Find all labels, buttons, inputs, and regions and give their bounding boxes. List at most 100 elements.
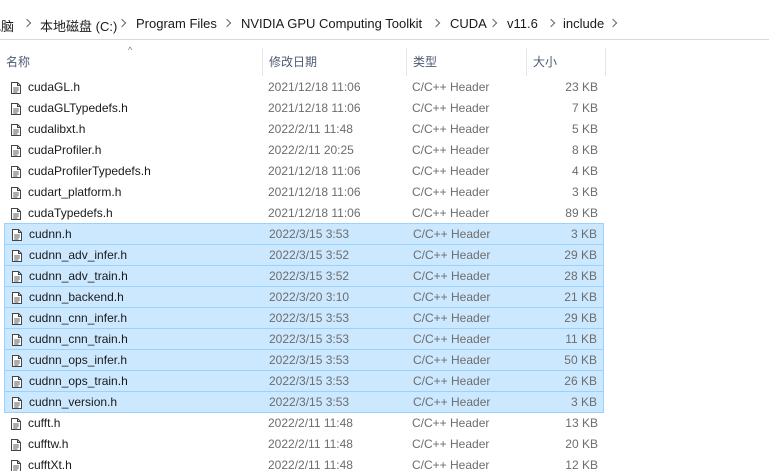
table-row[interactable]: cudaProfiler.h 2022/2/11 20:25 C/C++ Heade… bbox=[4, 140, 604, 161]
file-size: 26 KB bbox=[564, 374, 597, 388]
file-name: cudnn_adv_train.h bbox=[29, 269, 128, 283]
table-row[interactable]: cudaGLTypedefs.h 2021/12/18 11:06 C/C++ He… bbox=[4, 98, 604, 119]
chevron-right-icon[interactable] bbox=[22, 18, 32, 28]
file-type: C/C++ Header bbox=[412, 206, 490, 220]
file-name: cufftXt.h bbox=[28, 458, 72, 471]
file-name: cudaTypedefs.h bbox=[28, 206, 113, 220]
file-date: 2022/3/15 3:52 bbox=[269, 269, 350, 283]
file-size: 3 KB bbox=[570, 395, 597, 409]
file-name: cudart_platform.h bbox=[28, 185, 122, 199]
column-size[interactable]: 大小 bbox=[527, 48, 605, 76]
file-size: 28 KB bbox=[564, 269, 597, 283]
column-header: 名称 ^ 修改日期 类型 大小 bbox=[0, 45, 769, 76]
file-type: C/C++ Header bbox=[412, 80, 490, 94]
document-icon bbox=[12, 355, 22, 367]
file-size: 50 KB bbox=[564, 353, 597, 367]
table-row[interactable]: cudnn_version.h 2022/3/15 3:53 C/C++ Heade… bbox=[4, 391, 604, 413]
chevron-right-icon[interactable] bbox=[222, 18, 232, 28]
table-row[interactable]: cudaProfilerTypedefs.h 2021/12/18 11:06 C/… bbox=[4, 161, 604, 182]
document-icon bbox=[11, 82, 21, 94]
file-name: cudnn_backend.h bbox=[29, 290, 124, 304]
file-date: 2022/2/11 11:48 bbox=[268, 416, 353, 430]
document-icon bbox=[12, 334, 22, 346]
chevron-right-icon[interactable] bbox=[546, 18, 556, 28]
column-date[interactable]: 修改日期 bbox=[263, 48, 406, 76]
table-row[interactable]: cudnn_cnn_infer.h 2022/3/15 3:53 C/C++ Hea… bbox=[4, 307, 604, 329]
breadcrumb-nvidia-toolkit[interactable]: NVIDIA GPU Computing Toolkit bbox=[241, 16, 422, 31]
file-type: C/C++ Header bbox=[412, 101, 490, 115]
file-name: cudaGL.h bbox=[28, 80, 81, 94]
document-icon bbox=[11, 124, 21, 136]
file-date: 2022/3/15 3:53 bbox=[269, 374, 350, 388]
document-icon bbox=[12, 376, 22, 388]
breadcrumb-program-files[interactable]: Program Files bbox=[136, 16, 217, 31]
chevron-right-icon[interactable] bbox=[431, 18, 441, 28]
table-row[interactable]: cudnn.h 2022/3/15 3:53 C/C++ Header 3 KB bbox=[4, 223, 604, 245]
document-icon bbox=[12, 229, 22, 241]
document-icon bbox=[12, 397, 22, 409]
file-type: C/C++ Header bbox=[412, 437, 490, 451]
file-type: C/C++ Header bbox=[413, 332, 491, 346]
file-name: cudaProfilerTypedefs.h bbox=[28, 164, 151, 178]
file-date: 2022/3/15 3:53 bbox=[269, 395, 350, 409]
file-size: 13 KB bbox=[565, 416, 598, 430]
file-size: 21 KB bbox=[564, 290, 597, 304]
breadcrumb-version[interactable]: v11.6 bbox=[507, 16, 538, 31]
table-row[interactable]: cudart_platform.h 2021/12/18 11:06 C/C++ H… bbox=[4, 182, 604, 203]
file-date: 2021/12/18 11:06 bbox=[268, 164, 361, 178]
file-type: C/C++ Header bbox=[412, 164, 490, 178]
file-size: 29 KB bbox=[564, 248, 597, 262]
document-icon bbox=[12, 250, 22, 262]
table-row[interactable]: cudnn_backend.h 2022/3/20 3:10 C/C++ Heade… bbox=[4, 286, 604, 308]
file-date: 2022/3/15 3:53 bbox=[269, 311, 350, 325]
column-type[interactable]: 类型 bbox=[407, 48, 526, 76]
file-type: C/C++ Header bbox=[413, 227, 491, 241]
file-size: 7 KB bbox=[571, 101, 598, 115]
file-size: 20 KB bbox=[565, 437, 598, 451]
file-type: C/C++ Header bbox=[412, 143, 490, 157]
table-row[interactable]: cudaGL.h 2021/12/18 11:06 C/C++ Header 23 K… bbox=[4, 77, 604, 98]
file-size: 11 KB bbox=[565, 332, 597, 346]
chevron-right-icon[interactable] bbox=[608, 18, 618, 28]
table-row[interactable]: cudaTypedefs.h 2021/12/18 11:06 C/C++ Head… bbox=[4, 203, 604, 224]
file-name: cudnn_ops_train.h bbox=[29, 374, 128, 388]
table-row[interactable]: cudnn_ops_infer.h 2022/3/15 3:53 C/C++ Hea… bbox=[4, 349, 604, 371]
document-icon bbox=[11, 187, 21, 199]
document-icon bbox=[12, 271, 22, 283]
file-date: 2022/3/15 3:52 bbox=[269, 248, 350, 262]
document-icon bbox=[12, 292, 22, 304]
table-row[interactable]: cudalibxt.h 2022/2/11 11:48 C/C++ Header 5 … bbox=[4, 119, 604, 140]
chevron-right-icon[interactable] bbox=[117, 18, 127, 28]
file-size: 29 KB bbox=[564, 311, 597, 325]
file-date: 2021/12/18 11:06 bbox=[268, 185, 361, 199]
file-type: C/C++ Header bbox=[413, 290, 491, 304]
breadcrumb-computer[interactable]: 电脑 bbox=[0, 16, 14, 35]
table-row[interactable]: cufftw.h 2022/2/11 11:48 C/C++ Header 20 KB bbox=[4, 434, 604, 455]
file-type: C/C++ Header bbox=[412, 458, 490, 471]
table-row[interactable]: cudnn_adv_infer.h 2022/3/15 3:52 C/C++ Hea… bbox=[4, 244, 604, 266]
document-icon bbox=[11, 418, 21, 430]
file-size: 12 KB bbox=[565, 458, 598, 471]
address-bar[interactable]: 电脑 本地磁盘 (C:) Program Files NVIDIA GPU Co… bbox=[0, 10, 769, 40]
document-icon bbox=[11, 439, 21, 451]
document-icon bbox=[11, 145, 21, 157]
table-row[interactable]: cudnn_cnn_train.h 2022/3/15 3:53 C/C++ Hea… bbox=[4, 328, 604, 350]
file-type: C/C++ Header bbox=[412, 416, 490, 430]
document-icon bbox=[11, 208, 21, 220]
file-date: 2022/3/15 3:53 bbox=[269, 227, 350, 241]
table-row[interactable]: cufftXt.h 2022/2/11 11:48 C/C++ Header 12 K… bbox=[4, 455, 604, 471]
table-row[interactable]: cudnn_ops_train.h 2022/3/15 3:53 C/C++ Hea… bbox=[4, 370, 604, 392]
table-row[interactable]: cudnn_adv_train.h 2022/3/15 3:52 C/C++ Hea… bbox=[4, 265, 604, 287]
breadcrumb-include[interactable]: include bbox=[563, 16, 604, 31]
column-divider[interactable] bbox=[605, 48, 606, 76]
chevron-right-icon[interactable] bbox=[488, 18, 498, 28]
breadcrumb-cuda[interactable]: CUDA bbox=[450, 16, 487, 31]
file-name: cudalibxt.h bbox=[28, 122, 86, 136]
file-name: cudnn_ops_infer.h bbox=[29, 353, 128, 367]
file-date: 2022/2/11 11:48 bbox=[268, 437, 353, 451]
breadcrumb-local-disk[interactable]: 本地磁盘 (C:) bbox=[40, 16, 117, 35]
file-name: cufft.h bbox=[28, 416, 61, 430]
file-name: cudnn_version.h bbox=[29, 395, 118, 409]
file-type: C/C++ Header bbox=[413, 248, 491, 262]
table-row[interactable]: cufft.h 2022/2/11 11:48 C/C++ Header 13 KB bbox=[4, 413, 604, 434]
